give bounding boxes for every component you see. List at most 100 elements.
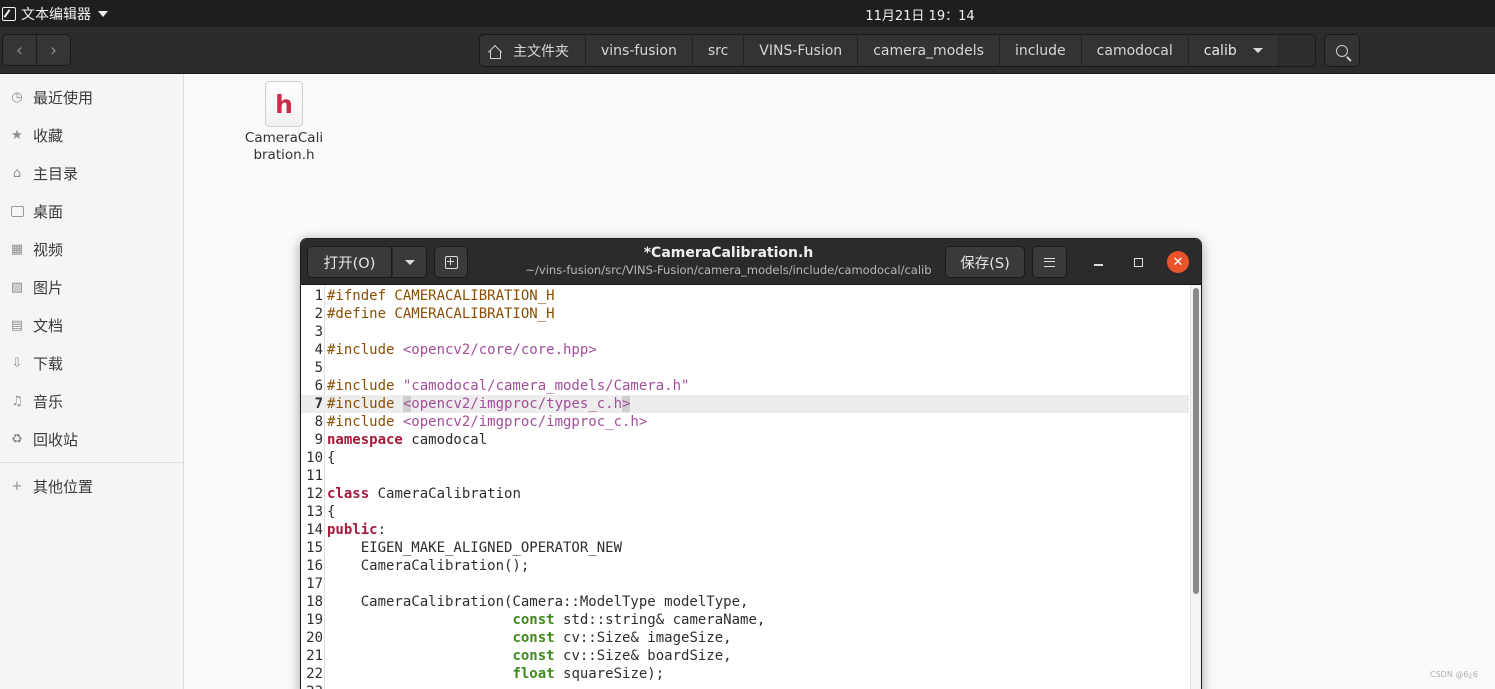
sidebar-item-pictures[interactable]: ▨ 图片 xyxy=(0,268,183,306)
code-editor[interactable]: 1 #ifndef CAMERACALIBRATION_H 2 #define CAM… xyxy=(301,285,1201,689)
code-line[interactable]: 4 #include <opencv2/core/core.hpp> xyxy=(301,341,1189,359)
crumb-include[interactable]: include xyxy=(1000,35,1082,66)
code-line[interactable]: 7 #include <opencv2/imgproc/types_c.h> xyxy=(301,395,1189,413)
file-name: CameraCali bration.h xyxy=(236,130,332,164)
text-editor-window: 打开(O) *CameraCalibration.h ~/vins-fusion… xyxy=(300,238,1202,689)
sidebar-item-videos[interactable]: ▦ 视频 xyxy=(0,230,183,268)
sidebar-item-label: 主目录 xyxy=(33,164,79,183)
scrollbar-thumb[interactable] xyxy=(1193,288,1199,594)
window-title-block: *CameraCalibration.h ~/vins-fusion/src/V… xyxy=(521,245,936,277)
code-line[interactable]: 1 #ifndef CAMERACALIBRATION_H xyxy=(301,287,1189,305)
line-number: 5 xyxy=(314,360,323,376)
line-number: 7 xyxy=(314,396,323,412)
chevron-down-icon xyxy=(98,11,108,17)
open-button[interactable]: 打开(O) xyxy=(307,246,392,278)
sidebar-item-downloads[interactable]: ⇩ 下载 xyxy=(0,344,183,382)
file-item[interactable]: h CameraCali bration.h xyxy=(236,81,332,164)
menu-button[interactable] xyxy=(1032,246,1067,278)
clock[interactable]: 11月21日 19：14 xyxy=(820,5,1020,24)
code-line[interactable]: 2 #define CAMERACALIBRATION_H xyxy=(301,305,1189,323)
chevron-down-icon xyxy=(1252,48,1263,53)
save-button[interactable]: 保存(S) xyxy=(945,246,1025,278)
code-text: { xyxy=(327,450,336,466)
crumb-VINS-Fusion[interactable]: VINS-Fusion xyxy=(744,35,859,66)
open-dropdown-button[interactable] xyxy=(392,246,427,278)
document-icon: ▤ xyxy=(10,317,24,333)
code-line[interactable]: 14 public: xyxy=(301,521,1189,539)
code-text: #include "camodocal/camera_models/Camera… xyxy=(327,378,690,394)
forward-button[interactable]: › xyxy=(36,35,70,65)
sidebar-item-home[interactable]: ⌂ 主目录 xyxy=(0,154,183,192)
minimize-icon xyxy=(1093,264,1103,266)
maximize-button[interactable] xyxy=(1127,251,1149,273)
sidebar-item-desktop[interactable]: 桌面 xyxy=(0,192,183,230)
line-number: 3 xyxy=(314,324,323,340)
code-line[interactable]: 8 #include <opencv2/imgproc/imgproc_c.h> xyxy=(301,413,1189,431)
code-text: #include <opencv2/imgproc/types_c.h> xyxy=(327,396,631,412)
crumb-src[interactable]: src xyxy=(693,35,745,66)
line-number: 8 xyxy=(314,414,323,430)
sidebar: ◷ 最近使用 ★ 收藏 ⌂ 主目录 桌面 ▦ 视频 ▨ 图片 ▤ 文档 ⇩ 下载 ♫ 音乐 ♻ 回… xyxy=(0,74,184,689)
crumb-camera-models[interactable]: camera_models xyxy=(858,35,1000,66)
code-line[interactable]: 5 xyxy=(301,359,1189,377)
picture-icon: ▨ xyxy=(10,279,24,295)
sidebar-item-music[interactable]: ♫ 音乐 xyxy=(0,382,183,420)
code-line[interactable]: 6 #include "camodocal/camera_models/Camer… xyxy=(301,377,1189,395)
sidebar-item-label: 其他位置 xyxy=(33,477,94,496)
clock-icon: ◷ xyxy=(11,89,23,105)
video-icon: ▦ xyxy=(10,241,24,257)
code-text: namespace camodocal xyxy=(327,432,488,448)
code-line[interactable]: 16 CameraCalibration(); xyxy=(301,557,1189,575)
code-line[interactable]: 23 xyxy=(301,683,1189,689)
home-icon: ⌂ xyxy=(12,165,22,181)
app-name: 文本编辑器 xyxy=(21,7,91,23)
code-line[interactable]: 3 xyxy=(301,323,1189,341)
close-button[interactable]: ✕ xyxy=(1167,251,1189,273)
code-text: #include <opencv2/core/core.hpp> xyxy=(327,342,597,358)
code-line[interactable]: 13{ xyxy=(301,503,1189,521)
code-line[interactable]: 12 class CameraCalibration xyxy=(301,485,1189,503)
code-line[interactable]: 20 const cv::Size& imageSize, xyxy=(301,629,1189,647)
line-number: 4 xyxy=(314,342,323,358)
line-number: 11 xyxy=(306,468,323,484)
code-text: public: xyxy=(327,522,387,538)
code-line[interactable]: 19 const std::string& cameraName, xyxy=(301,611,1189,629)
home-icon xyxy=(488,45,501,59)
crumb-camodocal[interactable]: camodocal xyxy=(1082,35,1189,66)
sidebar-item-label: 图片 xyxy=(33,278,64,297)
code-line[interactable]: 21 const cv::Size& boardSize, xyxy=(301,647,1189,665)
code-text: const std::string& cameraName, xyxy=(512,612,766,628)
nav-buttons: ‹ › xyxy=(2,34,71,66)
chevron-left-icon: ‹ xyxy=(15,39,24,61)
sidebar-divider xyxy=(0,462,183,463)
code-text: #define CAMERACALIBRATION_H xyxy=(327,306,555,322)
code-line[interactable]: 15 EIGEN_MAKE_ALIGNED_OPERATOR_NEW xyxy=(301,539,1189,557)
music-icon: ♫ xyxy=(11,393,23,409)
line-number: 16 xyxy=(306,558,323,574)
code-line[interactable]: 10{ xyxy=(301,449,1189,467)
sidebar-item-starred[interactable]: ★ 收藏 xyxy=(0,116,183,154)
code-line[interactable]: 9 namespace camodocal xyxy=(301,431,1189,449)
crumb-calib[interactable]: calib xyxy=(1189,35,1279,66)
code-text: float squareSize); xyxy=(512,666,665,682)
back-button[interactable]: ‹ xyxy=(3,35,36,65)
code-text: CameraCalibration(); xyxy=(327,558,530,574)
app-menu[interactable]: 文本编辑器 xyxy=(2,3,108,25)
search-button[interactable] xyxy=(1324,34,1360,67)
code-line[interactable]: 17 xyxy=(301,575,1189,593)
minimize-button[interactable] xyxy=(1087,251,1109,273)
crumb-vins-fusion[interactable]: vins-fusion xyxy=(586,35,693,66)
code-line[interactable]: 18 CameraCalibration(Camera::ModelType m… xyxy=(301,593,1189,611)
code-text: EIGEN_MAKE_ALIGNED_OPERATOR_NEW xyxy=(327,540,623,556)
crumb-label: 主文件夹 xyxy=(513,43,569,60)
sidebar-item-label: 最近使用 xyxy=(33,88,94,107)
new-document-button[interactable] xyxy=(434,246,468,278)
code-line[interactable]: 11 xyxy=(301,467,1189,485)
sidebar-item-recent[interactable]: ◷ 最近使用 xyxy=(0,78,183,116)
sidebar-item-trash[interactable]: ♻ 回收站 xyxy=(0,420,183,458)
sidebar-item-other-locations[interactable]: + 其他位置 xyxy=(0,467,183,505)
code-line[interactable]: 22 float squareSize); xyxy=(301,665,1189,683)
crumb-home[interactable]: 主文件夹 xyxy=(480,35,586,66)
sidebar-item-documents[interactable]: ▤ 文档 xyxy=(0,306,183,344)
vertical-scrollbar[interactable] xyxy=(1190,285,1201,689)
